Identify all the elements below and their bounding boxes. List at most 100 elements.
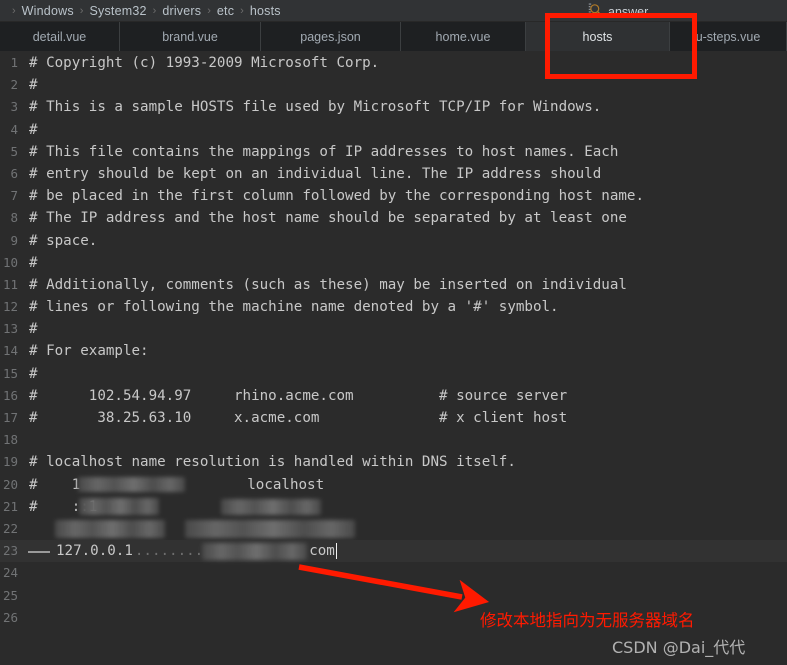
- breadcrumb-separator-2: ›: [152, 4, 157, 17]
- tab-strip: detail.vue brand.vue pages.json home.vue…: [0, 13, 787, 79]
- redacted-block: [79, 498, 160, 516]
- code-line[interactable]: 3 # This is a sample HOSTS file used by …: [0, 96, 787, 118]
- text-caret: [335, 543, 338, 560]
- line-number: 24: [2, 565, 18, 581]
- breadcrumb-separator-3: ›: [207, 4, 211, 17]
- line-content-suffix: localhost: [247, 476, 325, 493]
- code-line[interactable]: 24: [0, 562, 787, 584]
- line-number: 8: [10, 210, 18, 226]
- line-content: # This is a sample HOSTS file used by Mi…: [29, 99, 602, 116]
- line-content: # Additionally, comments (such as these)…: [29, 276, 627, 293]
- line-content: #: [29, 321, 38, 338]
- breadcrumb-item-windows[interactable]: Windows: [22, 4, 74, 18]
- line-number: 25: [2, 587, 18, 603]
- line-number: 19: [2, 454, 18, 470]
- code-line[interactable]: 16 # 102.54.94.97 rhino.acme.com # sourc…: [0, 385, 787, 407]
- redacted-block: [55, 520, 165, 539]
- line-content: # For example:: [29, 343, 149, 360]
- tab-label: home.vue: [435, 29, 491, 44]
- tab-hosts[interactable]: hosts: [526, 22, 670, 51]
- line-number: 11: [2, 276, 18, 292]
- line-number: 9: [10, 232, 18, 248]
- line-number: 7: [10, 188, 18, 204]
- code-line[interactable]: 14 # For example:: [0, 340, 787, 362]
- line-number: 1: [10, 55, 18, 70]
- tab-u-steps-vue[interactable]: u-steps.vue: [670, 22, 787, 51]
- line-whitespace-dots: ........: [134, 543, 204, 560]
- line-number: 6: [10, 165, 18, 181]
- line-content: #: [29, 365, 38, 382]
- line-content: #: [29, 77, 38, 94]
- annotation-text: 修改本地指向为无服务器域名: [480, 611, 695, 630]
- code-line[interactable]: 11 # Additionally, comments (such as the…: [0, 274, 787, 296]
- code-line[interactable]: 12 # lines or following the machine name…: [0, 296, 787, 318]
- line-number: 16: [2, 387, 18, 403]
- line-number: 2: [10, 77, 18, 93]
- line-ip-address: 127.0.0.1: [56, 543, 133, 560]
- code-line[interactable]: 6 # entry should be kept on an individua…: [0, 163, 787, 185]
- code-line-censored[interactable]: 22: [0, 518, 787, 540]
- line-tld: com: [309, 543, 335, 560]
- editor-window: › Windows › System32 › drivers › etc › h…: [0, 0, 787, 665]
- code-editor[interactable]: 1 # Copyright (c) 1993-2009 Microsoft Co…: [0, 52, 787, 665]
- code-line-active[interactable]: 23 127.0.0.1 ........ com: [0, 540, 787, 563]
- line-number: 17: [2, 410, 18, 425]
- line-content: # localhost name resolution is handled w…: [29, 454, 516, 471]
- search-everywhere-widget[interactable]: answer: [588, 2, 648, 22]
- code-line[interactable]: 13 #: [0, 318, 787, 340]
- line-content: # 102.54.94.97 rhino.acme.com # source s…: [29, 387, 568, 404]
- breadcrumb-item-drivers[interactable]: drivers: [162, 4, 201, 18]
- redacted-block: [185, 520, 355, 539]
- code-line-censored[interactable]: 21 # ::1: [0, 496, 787, 518]
- breadcrumb-item-system32[interactable]: System32: [89, 4, 146, 18]
- line-number: 14: [2, 343, 18, 359]
- code-line[interactable]: 19 # localhost name resolution is handle…: [0, 451, 787, 473]
- code-line[interactable]: 4 #: [0, 119, 787, 141]
- line-number: 15: [2, 365, 18, 381]
- tab-brand-vue[interactable]: brand.vue: [120, 22, 261, 51]
- line-number: 4: [10, 121, 18, 137]
- line-number: 22: [2, 520, 18, 536]
- line-content: # space.: [29, 232, 98, 249]
- line-number: 20: [2, 476, 18, 492]
- watermark-text: CSDN @Dai_代代: [612, 638, 746, 657]
- search-icon[interactable]: [588, 2, 603, 22]
- code-line[interactable]: 7 # be placed in the first column follow…: [0, 185, 787, 207]
- line-content: # 1: [29, 476, 81, 493]
- line-content: # lines or following the machine name de…: [29, 299, 559, 316]
- code-line[interactable]: 1 # Copyright (c) 1993-2009 Microsoft Co…: [0, 52, 787, 74]
- tab-label: u-steps.vue: [695, 29, 761, 44]
- code-line[interactable]: 5 # This file contains the mappings of I…: [0, 141, 787, 163]
- tab-pages-json[interactable]: pages.json: [261, 22, 401, 51]
- code-line[interactable]: 8 # The IP address and the host name sho…: [0, 207, 787, 229]
- line-content: # Copyright (c) 1993-2009 Microsoft Corp…: [29, 55, 380, 71]
- code-line[interactable]: 10 #: [0, 252, 787, 274]
- line-number: 18: [2, 432, 18, 448]
- code-line[interactable]: 2 #: [0, 74, 787, 96]
- breadcrumb-separator-1: ›: [79, 4, 84, 17]
- breadcrumb-item-hosts[interactable]: hosts: [250, 4, 281, 18]
- code-line[interactable]: 17 # 38.25.63.10 x.acme.com # x client h…: [0, 407, 787, 429]
- tab-home-vue[interactable]: home.vue: [401, 22, 526, 51]
- line-content: # This file contains the mappings of IP …: [29, 143, 619, 160]
- code-line-censored[interactable]: 20 # 1 localhost: [0, 474, 787, 496]
- breadcrumb-bar: › Windows › System32 › drivers › etc › h…: [0, 0, 787, 22]
- tab-detail-vue[interactable]: detail.vue: [0, 22, 120, 51]
- code-line[interactable]: 25: [0, 585, 787, 607]
- line-content: # 38.25.63.10 x.acme.com # x client host: [29, 410, 568, 426]
- search-label: answer: [608, 5, 649, 19]
- breadcrumb-separator-0: ›: [12, 4, 16, 17]
- code-line[interactable]: 9 # space.: [0, 230, 787, 252]
- line-content: # be placed in the first column followed…: [29, 188, 644, 205]
- line-number: 23: [2, 543, 18, 559]
- line-content: #: [29, 254, 38, 271]
- line-number: 10: [2, 254, 18, 270]
- breadcrumb-separator-4: ›: [240, 4, 244, 17]
- code-line[interactable]: 15 #: [0, 363, 787, 385]
- redacted-block: [202, 542, 308, 560]
- code-line[interactable]: 18: [0, 429, 787, 451]
- redacted-block: [221, 498, 322, 515]
- breadcrumb-item-etc[interactable]: etc: [217, 4, 234, 18]
- tab-label: brand.vue: [162, 29, 218, 44]
- line-content: # The IP address and the host name shoul…: [29, 210, 627, 227]
